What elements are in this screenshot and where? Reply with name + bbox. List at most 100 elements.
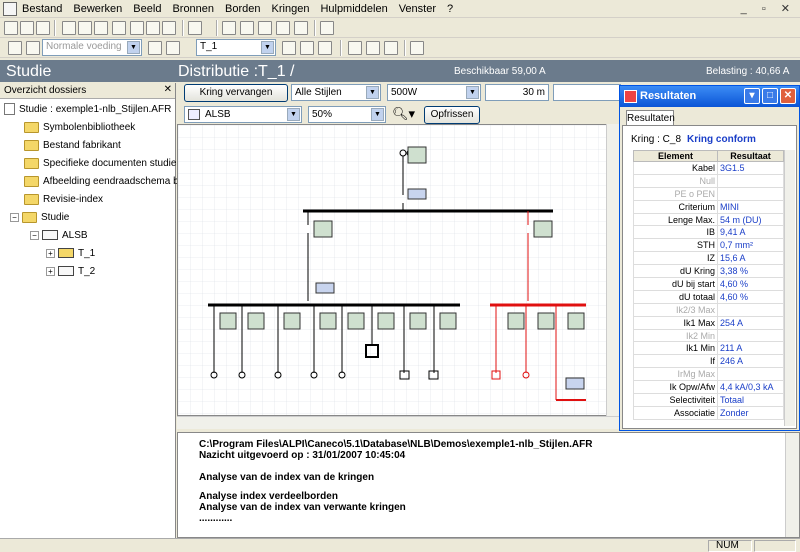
table-row[interactable]: Ik1 Max 254 A (633, 315, 784, 330)
table-row[interactable]: IB 9,41 A (633, 225, 784, 240)
open-icon[interactable] (20, 21, 34, 35)
voeding-select[interactable]: Normale voeding ▼ (42, 39, 142, 56)
app-icon[interactable] (3, 2, 17, 16)
tree-folder[interactable]: Symbolenbibliotheek (24, 119, 135, 135)
menu-venster[interactable]: Venster (399, 3, 436, 15)
table-row[interactable]: Null (633, 173, 784, 188)
insert-board-icon[interactable] (300, 41, 314, 55)
table-row[interactable]: Selectiviteit Totaal (633, 393, 784, 407)
stijlen-select[interactable]: Alle Stijlen ▼ (291, 84, 381, 101)
tree-folder[interactable]: Specifieke documenten studie (24, 155, 176, 171)
table-icon[interactable] (240, 21, 254, 35)
results-scrollbar[interactable] (784, 150, 795, 426)
menu-kringen[interactable]: Kringen (272, 3, 310, 15)
table-row[interactable]: Criterium MINI (633, 199, 784, 214)
table-row[interactable]: STH 0,7 mm² (633, 238, 784, 253)
close-icon[interactable]: ✕ (164, 84, 172, 95)
maximize-icon[interactable]: □ (762, 88, 778, 104)
table-row[interactable]: dU Kring 3,38 % (633, 264, 784, 279)
menu-help[interactable]: ? (447, 3, 453, 15)
table-row[interactable]: Kabel 3G1.5 (633, 161, 784, 175)
split-icon[interactable] (384, 41, 398, 55)
collapse-icon[interactable]: − (30, 230, 39, 240)
preview-icon[interactable] (130, 21, 144, 35)
table-row[interactable]: Associatie Zonder (633, 405, 784, 420)
tree-board-t2[interactable]: + T_2 (46, 263, 95, 279)
canvas-horizontal-scrollbar[interactable] (177, 416, 620, 429)
find-icon[interactable] (112, 21, 126, 35)
tree-folder-studie[interactable]: − Studie (10, 209, 69, 225)
breaker-icon[interactable] (166, 41, 180, 55)
canvas-vertical-scrollbar[interactable] (606, 124, 620, 416)
distance-field[interactable]: 30 m (485, 84, 549, 101)
move-icon[interactable] (318, 41, 332, 55)
target-icon[interactable] (26, 41, 40, 55)
menu-bewerken[interactable]: Bewerken (73, 3, 122, 15)
menu-bar: Bestand Bewerken Beeld Bronnen Borden Kr… (0, 0, 800, 18)
tree-study-root[interactable]: Studie : exemple1-nlb_Stijlen.AFR (4, 101, 171, 117)
table-row[interactable]: Ik2/3 Max (633, 302, 784, 317)
mdi-window-buttons[interactable]: _ ▫ ✕ (741, 2, 796, 15)
menu-bestand[interactable]: Bestand (22, 3, 62, 15)
tree-source[interactable]: − ALSB (30, 227, 88, 243)
expand-icon[interactable]: + (46, 248, 55, 258)
expand-icon[interactable]: + (46, 266, 55, 276)
book-icon[interactable] (162, 21, 176, 35)
kring-vervangen-button[interactable]: Kring vervangen (184, 84, 288, 102)
copy-icon[interactable] (78, 21, 92, 35)
source-select[interactable]: ALSB ▼ (184, 106, 302, 123)
extra-field[interactable] (553, 84, 621, 101)
column-header-resultaat[interactable]: Resultaat (717, 150, 784, 162)
table-row[interactable]: Ik Opw/Afw 4,4 kA/0,3 kA (633, 380, 784, 395)
board-select[interactable]: T_1 ▼ (196, 39, 276, 56)
menu-borden[interactable]: Borden (225, 3, 260, 15)
table-row[interactable]: IZ 15,6 A (633, 251, 784, 266)
schema-icon[interactable] (276, 21, 290, 35)
menu-beeld[interactable]: Beeld (133, 3, 161, 15)
table-row[interactable]: Lenge Max. 54 m (DU) (633, 212, 784, 227)
table-row[interactable]: PE o PEN (633, 186, 784, 201)
columns-icon[interactable] (258, 21, 272, 35)
grid-icon[interactable] (222, 21, 236, 35)
tree-board-t1[interactable]: + T_1 (46, 245, 95, 261)
menu-bronnen[interactable]: Bronnen (172, 3, 214, 15)
source-icon[interactable] (8, 41, 22, 55)
magnifier-icon[interactable]: 🔍︎▾ (392, 106, 415, 122)
column-header-element[interactable]: Element (633, 150, 718, 162)
single-line-icon[interactable] (294, 21, 308, 35)
save-icon[interactable] (36, 21, 50, 35)
table-row[interactable]: dU bij start 4,60 % (633, 277, 784, 291)
formula-icon[interactable] (410, 41, 424, 55)
table-row[interactable]: Ik1 Min 211 A (633, 341, 784, 356)
tree-folder[interactable]: Afbeelding eendraadschema bord (24, 173, 193, 189)
table-row[interactable]: If 246 A (633, 354, 784, 369)
table-row[interactable]: dU totaal 4,60 % (633, 289, 784, 304)
undo-icon[interactable] (188, 21, 202, 35)
results-title: Resultaten (640, 90, 697, 102)
layout-icon[interactable] (366, 41, 380, 55)
schema-canvas[interactable] (177, 124, 620, 416)
table-row[interactable]: IrMg Max (633, 367, 784, 382)
opfrissen-button[interactable]: Opfrissen (424, 106, 480, 124)
calc-icon[interactable] (348, 41, 362, 55)
power-select[interactable]: 500W ▼ (387, 84, 481, 101)
log-scrollbar[interactable] (785, 433, 799, 537)
distribution-icon[interactable] (148, 41, 162, 55)
tree-folder[interactable]: Revisie-index (24, 191, 103, 207)
menu-icon[interactable]: ▾ (744, 88, 760, 104)
paste-icon[interactable] (94, 21, 108, 35)
print-icon[interactable] (146, 21, 160, 35)
tab-resultaten[interactable]: Resultaten (626, 110, 675, 126)
collapse-icon[interactable]: − (10, 212, 19, 222)
new-icon[interactable] (4, 21, 18, 35)
results-titlebar[interactable]: Resultaten ▾ □ ✕ (620, 86, 799, 107)
close-icon[interactable]: ✕ (780, 88, 796, 104)
menu-hulpmiddelen[interactable]: Hulpmiddelen (320, 3, 387, 15)
insert-circuit-icon[interactable] (282, 41, 296, 55)
element-cell: STH (633, 238, 718, 253)
table-row[interactable]: Ik2 Min (633, 328, 784, 343)
zoom-select[interactable]: 50% ▼ (308, 106, 386, 123)
monitor-icon[interactable] (320, 21, 334, 35)
tree-folder[interactable]: Bestand fabrikant (24, 137, 121, 153)
cut-icon[interactable] (62, 21, 76, 35)
